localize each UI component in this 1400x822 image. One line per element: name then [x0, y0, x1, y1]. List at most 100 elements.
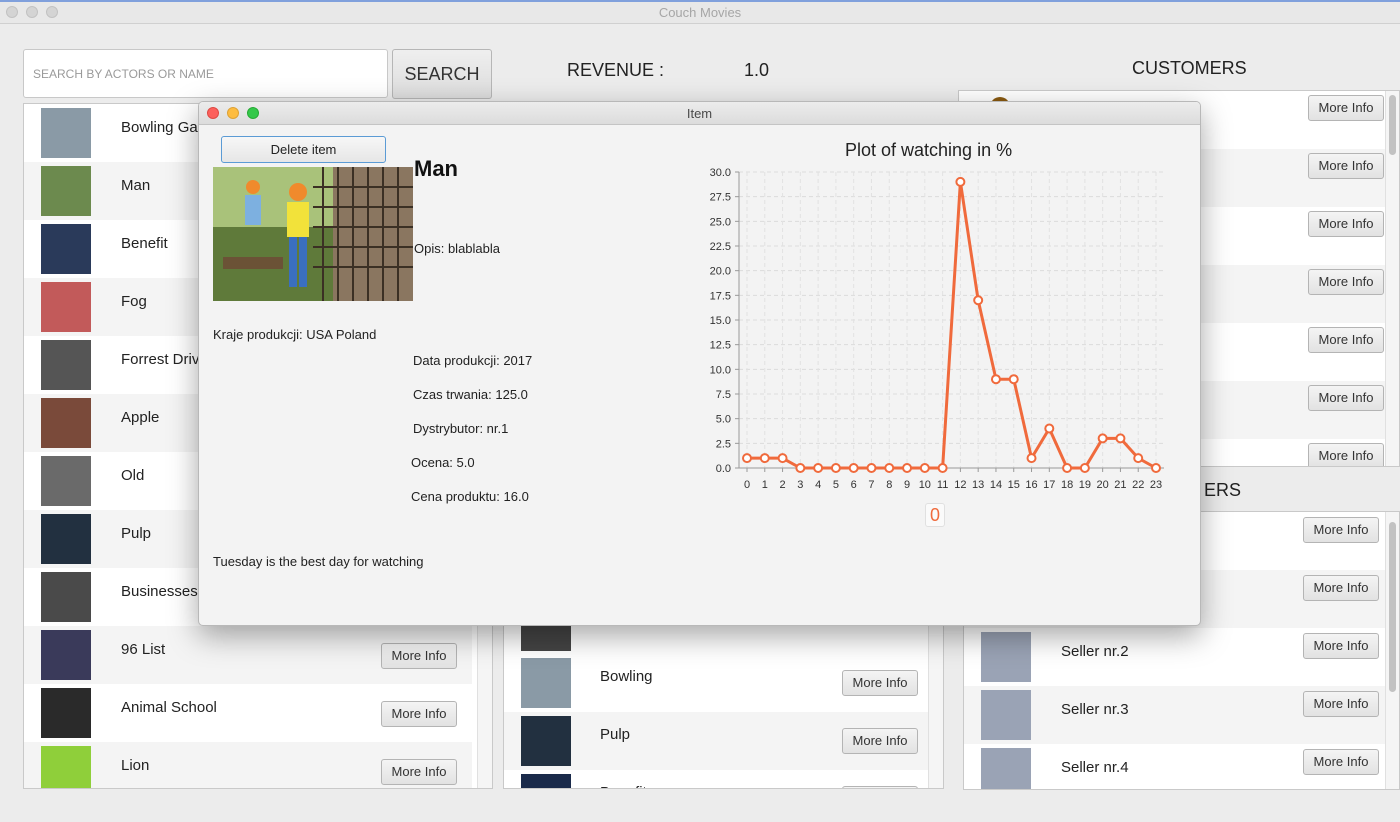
movie-list-item[interactable]: 96 List More Info — [24, 626, 472, 684]
chart-x-tick-label: 14 — [990, 479, 1002, 491]
chart-x-tick-label: 20 — [1097, 479, 1109, 491]
item-more-info-button[interactable]: More Info — [842, 728, 918, 754]
sellers-scrollbar-thumb[interactable] — [1389, 522, 1396, 692]
movie-thumbnail — [41, 108, 91, 158]
chart-data-point — [1079, 463, 1090, 473]
movie-title-label: 96 List — [121, 641, 166, 658]
seller-more-info-button[interactable]: More Info — [1303, 749, 1379, 775]
kraje-produkcji-text: Kraje produkcji: USA Poland — [213, 327, 377, 342]
chart-data-point — [777, 453, 788, 464]
chart-title: Plot of watching in % — [845, 140, 1013, 160]
seller-more-info-button[interactable]: More Info — [1303, 517, 1379, 543]
search-button[interactable]: SEARCH — [392, 49, 492, 99]
seller-name-label: Seller nr.3 — [1061, 701, 1129, 718]
chart-data-point — [1008, 374, 1019, 385]
customer-more-info-button[interactable]: More Info — [1308, 269, 1384, 295]
seller-avatar — [981, 632, 1031, 682]
movie-thumbnail — [41, 398, 91, 448]
movie-more-info-button[interactable]: More Info — [381, 759, 457, 785]
revenue-label: REVENUE : — [567, 60, 665, 80]
item-dialog: Item Delete item Man Opis: blablabla Kra… — [198, 101, 1201, 626]
item-thumbnail — [521, 774, 571, 788]
item-more-info-button[interactable]: More Info — [842, 786, 918, 788]
seller-list-item[interactable]: Seller nr.4 More Info — [964, 744, 1385, 789]
customer-more-info-button[interactable]: More Info — [1308, 95, 1384, 121]
chart-x-tick-label: 12 — [954, 479, 966, 491]
chart-x-tick-label: 16 — [1025, 479, 1037, 491]
movie-thumbnail — [41, 514, 91, 564]
movie-thumbnail — [41, 456, 91, 506]
chart-x-tick-label: 22 — [1132, 479, 1144, 491]
chart-y-tick-label: 2.5 — [716, 438, 731, 450]
middle-scrollbar[interactable] — [928, 601, 943, 788]
seller-more-info-button[interactable]: More Info — [1303, 691, 1379, 717]
seller-list-item[interactable]: Seller nr.3 More Info — [964, 686, 1385, 744]
customer-more-info-button[interactable]: More Info — [1308, 443, 1384, 466]
chart-y-tick-label: 20.0 — [710, 266, 731, 278]
chart-x-tick-label: 17 — [1043, 479, 1055, 491]
sellers-title: ERS — [1204, 480, 1242, 500]
item-title-label: Bowling — [600, 668, 653, 685]
seller-avatar — [981, 690, 1031, 740]
chart-value-readout: 0 — [925, 503, 945, 527]
customers-scrollbar-thumb[interactable] — [1389, 95, 1396, 155]
window-title: Couch Movies — [658, 5, 742, 20]
chart-data-point — [866, 463, 877, 473]
chart-data-point — [813, 463, 824, 473]
chart-x-tick-label: 1 — [762, 479, 768, 491]
customer-more-info-button[interactable]: More Info — [1308, 211, 1384, 237]
ocena-text: Ocena: 5.0 — [411, 455, 475, 470]
movie-title-label: Apple — [121, 409, 160, 426]
customer-more-info-button[interactable]: More Info — [1308, 327, 1384, 353]
window-titlebar: Couch Movies — [0, 0, 1400, 24]
chart-data-point — [1062, 463, 1073, 473]
chart-x-tick-label: 21 — [1114, 479, 1126, 491]
middle-items-list[interactable]: Bowling More Info Pulp More Info Benefit More… — [503, 600, 944, 789]
chart-x-tick-label: 8 — [886, 479, 892, 491]
czas-trwania-text: Czas trwania: 125.0 — [413, 387, 528, 402]
search-input[interactable] — [23, 49, 388, 98]
item-title-label: Pulp — [600, 726, 631, 743]
chart-data-point — [1097, 433, 1108, 444]
movie-list-item[interactable]: Animal School More Info — [24, 684, 472, 742]
chart-x-tick-label: 6 — [851, 479, 857, 491]
customers-scrollbar[interactable] — [1385, 91, 1399, 466]
middle-list-item[interactable]: Pulp More Info — [504, 712, 929, 770]
customer-more-info-button[interactable]: More Info — [1308, 385, 1384, 411]
seller-more-info-button[interactable]: More Info — [1303, 575, 1379, 601]
chart-x-tick-label: 5 — [833, 479, 839, 491]
chart-y-tick-label: 27.5 — [710, 192, 731, 204]
seller-name-label: Seller nr.4 — [1061, 759, 1129, 776]
chart-data-point — [973, 295, 984, 306]
chart-data-point — [848, 463, 859, 473]
movie-list-item[interactable]: Lion More Info — [24, 742, 472, 788]
movie-thumbnail — [41, 630, 91, 680]
movie-title-label: Bowling Ga — [121, 119, 198, 136]
revenue-value: 1.0 — [744, 60, 770, 80]
chart-x-tick-label: 13 — [972, 479, 984, 491]
movie-title-label: Animal School — [121, 699, 217, 716]
watching-line-chart: 0.0 2.5 5.0 7.5 10.0 12.5 15.0 17.5 20.0 22.5 25.0… — [710, 167, 1164, 491]
seller-more-info-button[interactable]: More Info — [1303, 633, 1379, 659]
chart-y-tick-label: 17.5 — [710, 290, 731, 302]
movie-thumbnail — [41, 340, 91, 390]
middle-list-item[interactable]: Bowling More Info — [504, 654, 929, 712]
movie-thumbnail — [41, 282, 91, 332]
delete-item-button[interactable]: Delete item — [221, 136, 386, 163]
chart-y-tick-label: 12.5 — [710, 340, 731, 352]
chart-data-point — [902, 463, 913, 473]
movie-more-info-button[interactable]: More Info — [381, 643, 457, 669]
movie-more-info-button[interactable]: More Info — [381, 701, 457, 727]
seller-avatar — [981, 748, 1031, 789]
chart-x-tick-label: 3 — [797, 479, 803, 491]
chart-y-tick-label: 22.5 — [710, 241, 731, 253]
item-more-info-button[interactable]: More Info — [842, 670, 918, 696]
chart-x-tick-label: 10 — [919, 479, 931, 491]
chart-data-point — [1133, 453, 1144, 464]
opis-text: Opis: blablabla — [414, 241, 500, 256]
sellers-scrollbar[interactable] — [1385, 512, 1399, 789]
seller-list-item[interactable]: Seller nr.2 More Info — [964, 628, 1385, 686]
middle-list-item[interactable]: Benefit More Info — [504, 770, 929, 788]
dialog-title: Item — [686, 106, 713, 121]
customer-more-info-button[interactable]: More Info — [1308, 153, 1384, 179]
